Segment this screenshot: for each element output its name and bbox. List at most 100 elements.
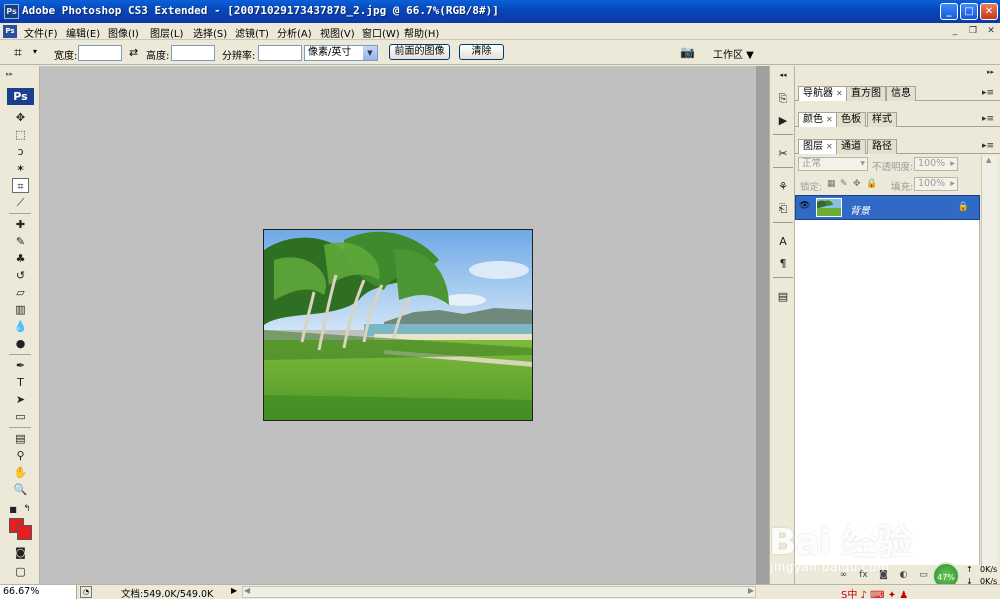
close-icon[interactable]: ✕ bbox=[826, 115, 833, 124]
menu-filter[interactable]: 滤镜(T) bbox=[235, 25, 269, 40]
tab-channels[interactable]: 通道 bbox=[836, 139, 866, 154]
status-info-icon[interactable]: ◔ bbox=[80, 586, 92, 598]
fill-field[interactable]: 100% ▸ bbox=[914, 177, 958, 191]
clone-stamp-icon[interactable]: ♣ bbox=[12, 251, 29, 266]
close-button[interactable]: ✕ bbox=[980, 3, 998, 20]
dodge-icon[interactable]: ● bbox=[12, 336, 29, 351]
character-icon[interactable]: A bbox=[774, 233, 792, 251]
blur-icon[interactable]: 💧 bbox=[12, 319, 29, 334]
close-icon[interactable]: ✕ bbox=[826, 142, 833, 151]
toolbox-grip-icon[interactable]: ▸▸ bbox=[6, 70, 13, 78]
lock-image-icon[interactable]: ✎ bbox=[840, 179, 848, 189]
new-group-icon[interactable]: ▭ bbox=[917, 569, 930, 582]
crop-icon[interactable]: ⌗ bbox=[12, 178, 29, 193]
quick-mask-icon[interactable]: ◙ bbox=[12, 545, 29, 560]
status-menu-arrow-icon[interactable]: ▶ bbox=[231, 586, 237, 595]
menu-select[interactable]: 选择(S) bbox=[193, 25, 227, 40]
doc-restore-button[interactable]: ❐ bbox=[966, 25, 980, 38]
move-icon[interactable]: ✥ bbox=[12, 110, 29, 125]
menu-image[interactable]: 图像(I) bbox=[108, 25, 139, 40]
menu-analysis[interactable]: 分析(A) bbox=[277, 25, 312, 40]
menu-file[interactable]: 文件(F) bbox=[24, 25, 58, 40]
lock-transparent-icon[interactable]: ▦ bbox=[827, 179, 836, 189]
history-icon[interactable]: ⎘ bbox=[774, 90, 792, 108]
panel-menu-icon[interactable]: ▸≡ bbox=[982, 114, 994, 124]
path-selection-icon[interactable]: ➤ bbox=[12, 392, 29, 407]
tool-preset-arrow-icon[interactable]: ▾ bbox=[33, 47, 37, 56]
magic-wand-icon[interactable]: ✶ bbox=[12, 161, 29, 176]
workspace-menu[interactable]: 工作区 ▼ bbox=[713, 46, 754, 61]
history-brush-icon[interactable]: ↺ bbox=[12, 268, 29, 283]
notes-icon[interactable]: ▤ bbox=[12, 431, 29, 446]
tab-styles[interactable]: 样式 bbox=[867, 112, 897, 127]
front-image-button[interactable]: 前面的图像 bbox=[389, 44, 450, 60]
eyedropper-icon[interactable]: ⚲ bbox=[12, 448, 29, 463]
menu-layer[interactable]: 图层(L) bbox=[150, 25, 183, 40]
tab-navigator[interactable]: 导航器 ✕ bbox=[798, 86, 848, 101]
actions-icon[interactable]: ▶ bbox=[774, 112, 792, 130]
swap-dimensions-icon[interactable]: ⇄ bbox=[129, 46, 138, 59]
scroll-right-icon[interactable]: ▶ bbox=[748, 586, 754, 595]
scroll-left-icon[interactable]: ◀ bbox=[244, 586, 250, 595]
scroll-up-icon[interactable]: ▲ bbox=[986, 156, 991, 164]
eye-icon[interactable]: 👁 bbox=[799, 201, 811, 211]
tab-swatches[interactable]: 色板 bbox=[836, 112, 866, 127]
maximize-button[interactable]: □ bbox=[960, 3, 978, 20]
zoom-field[interactable]: 66.67% bbox=[0, 585, 77, 599]
tab-histogram[interactable]: 直方图 bbox=[846, 86, 886, 101]
resolution-field[interactable] bbox=[258, 45, 302, 61]
doc-close-button[interactable]: ✕ bbox=[984, 25, 998, 38]
clone-source-icon[interactable]: ⎗ bbox=[774, 200, 792, 218]
paragraph-icon[interactable]: ¶ bbox=[774, 255, 792, 273]
slice-icon[interactable]: ⟋ bbox=[12, 195, 29, 210]
tool-presets-icon[interactable]: ✂ bbox=[774, 145, 792, 163]
lock-all-icon[interactable]: 🔒 bbox=[866, 179, 877, 189]
healing-brush-icon[interactable]: ✚ bbox=[12, 217, 29, 232]
menu-help[interactable]: 帮助(H) bbox=[404, 25, 439, 40]
zoom-icon[interactable]: 🔍 bbox=[12, 482, 29, 497]
horizontal-scrollbar[interactable]: ◀ ▶ bbox=[242, 586, 756, 598]
close-icon[interactable]: ✕ bbox=[836, 89, 843, 98]
panels-collapse-icon[interactable]: ▸▸ bbox=[987, 68, 994, 76]
ps-menu-icon[interactable]: Ps bbox=[3, 25, 17, 38]
swap-colors-icon[interactable]: ↰ bbox=[22, 502, 32, 517]
menu-view[interactable]: 视图(V) bbox=[320, 25, 355, 40]
gradient-icon[interactable]: ▥ bbox=[12, 302, 29, 317]
layer-row-background[interactable]: 👁 背景 🔒 bbox=[795, 195, 980, 220]
lock-position-icon[interactable]: ✥ bbox=[853, 179, 861, 189]
layers-scrollbar[interactable]: ▲ bbox=[981, 156, 997, 566]
doc-minimize-button[interactable]: _ bbox=[948, 25, 962, 38]
dock-collapse-icon[interactable]: ◂◂ bbox=[774, 70, 792, 80]
dock-divider[interactable] bbox=[756, 66, 769, 584]
marquee-icon[interactable]: ⬚ bbox=[12, 127, 29, 142]
ps-logo[interactable]: Ps bbox=[7, 88, 34, 105]
adjustment-layer-icon[interactable]: ◐ bbox=[897, 569, 910, 582]
rectangle-icon[interactable]: ▭ bbox=[12, 409, 29, 424]
default-colors-icon[interactable]: ■ bbox=[8, 502, 18, 517]
panel-menu-icon[interactable]: ▸≡ bbox=[982, 141, 994, 151]
photoshop-app-icon[interactable]: Ps bbox=[4, 4, 19, 19]
eraser-icon[interactable]: ▱ bbox=[12, 285, 29, 300]
lasso-icon[interactable]: ↄ bbox=[12, 144, 29, 159]
layer-comps-icon[interactable]: ▤ bbox=[774, 288, 792, 306]
clear-button[interactable]: 清除 bbox=[459, 44, 504, 60]
camera-icon[interactable]: 📷 bbox=[680, 45, 698, 60]
blend-mode-select[interactable]: 正常 ▾ bbox=[798, 157, 868, 171]
tab-paths[interactable]: 路径 bbox=[867, 139, 897, 154]
minimize-button[interactable]: _ bbox=[940, 3, 958, 20]
tab-info[interactable]: 信息 bbox=[886, 86, 916, 101]
crop-icon[interactable]: ⌗ bbox=[14, 45, 30, 61]
screen-mode-icon[interactable]: ▢ bbox=[12, 564, 29, 579]
opacity-field[interactable]: 100% ▸ bbox=[914, 157, 958, 171]
ime-toolbar[interactable]: S中 ♪ ⌨ ✦ ♟ bbox=[841, 586, 908, 599]
tab-color[interactable]: 颜色 ✕ bbox=[798, 112, 838, 127]
document-image[interactable] bbox=[263, 229, 533, 421]
height-field[interactable] bbox=[171, 45, 215, 61]
pen-icon[interactable]: ✒ bbox=[12, 358, 29, 373]
resolution-unit-select[interactable]: 像素/英寸 ▼ bbox=[304, 45, 378, 61]
tab-layers[interactable]: 图层 ✕ bbox=[798, 139, 838, 154]
menu-edit[interactable]: 编辑(E) bbox=[66, 25, 100, 40]
width-field[interactable] bbox=[78, 45, 122, 61]
brushes-icon[interactable]: ⚘ bbox=[774, 178, 792, 196]
panel-menu-icon[interactable]: ▸≡ bbox=[982, 88, 994, 98]
